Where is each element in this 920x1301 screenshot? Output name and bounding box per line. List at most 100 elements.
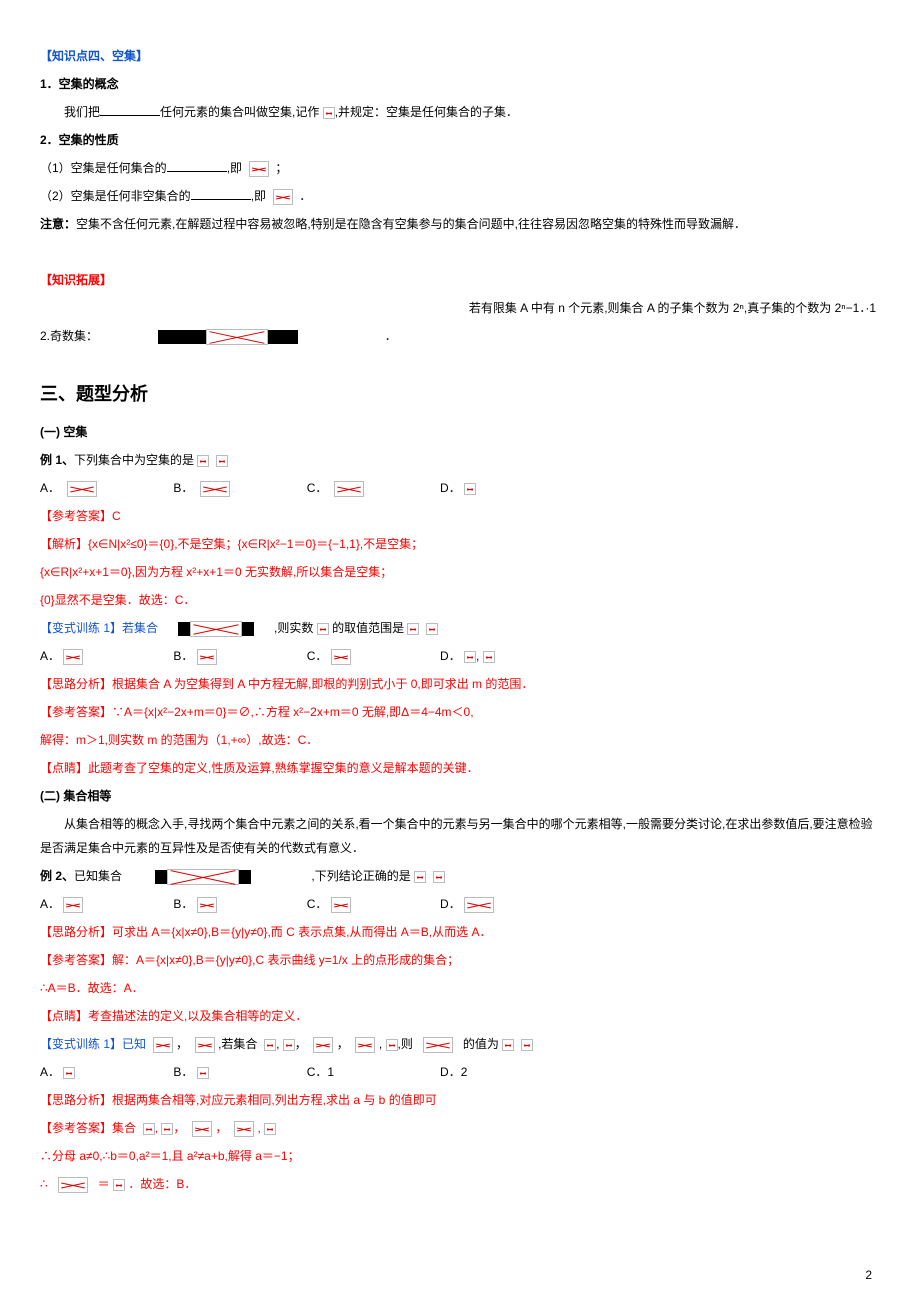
ans1-l2: {x∈R|x²+x+1＝0},因为方程 x²+x+1＝0 无实数解,所以集合是空… — [40, 560, 880, 584]
lbl: A． — [40, 1065, 60, 1079]
formula-icon — [206, 329, 268, 345]
choice-d: D．2 — [440, 1060, 550, 1084]
ext-line1: 若有限集 A 中有 n 个元素,则集合 A 的子集个数为 2ⁿ,真子集的个数为 … — [40, 296, 880, 320]
ans1-h: 【参考答案】C — [40, 504, 880, 528]
lbl: C．1 — [307, 1065, 334, 1079]
t: ， — [295, 1037, 307, 1051]
t: ．故选：B． — [128, 1177, 196, 1191]
t: ， — [176, 1037, 188, 1051]
formula-icon — [234, 1121, 254, 1137]
t: , — [155, 1121, 158, 1135]
ex2: 例 2、已知集合 ,下列结论正确的是 — [40, 864, 880, 888]
choice-c: C．1 — [307, 1060, 417, 1084]
formula-icon — [190, 621, 242, 637]
redacted-block — [268, 330, 298, 344]
formula-icon — [167, 869, 239, 885]
choice-a: A． — [40, 644, 150, 668]
formula-icon — [264, 1123, 276, 1135]
var1-pre: 【变式训练 1】若集合 — [40, 621, 158, 635]
t: ,若集合 — [218, 1037, 257, 1051]
formula-icon — [58, 1177, 88, 1193]
sil1: 【思路分析】根据集合 A 为空集得到 A 中方程无解,即根的判别式小于 0,即可… — [40, 672, 880, 696]
blank — [100, 103, 160, 116]
redacted-block — [239, 870, 251, 884]
t: ， — [215, 1121, 227, 1135]
formula-icon — [483, 651, 495, 663]
kp4-note: 注意：空集不含任何元素,在解题过程中容易被忽略,特别是在隐含有空集参与的集合问题… — [40, 212, 880, 236]
lbl: B． — [173, 481, 193, 495]
kp4-header: 【知识点四、空集】 — [40, 44, 880, 68]
page-number: 2 — [865, 1263, 872, 1287]
choice-b: B． — [173, 644, 283, 668]
paren-icon — [426, 623, 438, 635]
symbol-icon — [323, 107, 335, 119]
t: ， — [173, 1121, 185, 1135]
ex1: 例 1、下列集合中为空集的是 — [40, 448, 880, 472]
txt: （1）空集是任何集合的 — [40, 161, 167, 175]
formula-icon — [197, 649, 217, 665]
lbl: A． — [40, 649, 60, 663]
formula-icon — [331, 897, 351, 913]
lbl: B． — [173, 897, 193, 911]
paren-icon — [407, 623, 419, 635]
redacted-block — [242, 622, 254, 636]
note-text: 空集不含任何元素,在解题过程中容易被忽略,特别是在隐含有空集参与的集合问题中,往… — [76, 217, 746, 231]
choice-d: D． — [440, 892, 550, 916]
part1-title: (一) 空集 — [40, 420, 880, 444]
formula-icon — [161, 1123, 173, 1135]
tail: , — [476, 649, 479, 663]
kp4-s2-title: 2．空集的性质 — [40, 128, 880, 152]
kp4-s1-pre: 我们把 — [64, 105, 100, 119]
formula-icon — [197, 1067, 209, 1079]
formula-icon — [67, 481, 97, 497]
paren-icon — [502, 1039, 514, 1051]
var1-choices: A． B． C． D． , — [40, 644, 880, 668]
formula-icon — [63, 897, 83, 913]
sil3: 【思路分析】根据两集合相等,对应元素相同,列出方程,求出 a 与 b 的值即可 — [40, 1088, 880, 1112]
txt: （2）空集是任何非空集合的 — [40, 189, 191, 203]
ds2: 【点睛】考查描述法的定义,以及集合相等的定义． — [40, 1004, 880, 1028]
var2: 【变式训练 1】已知 ， ,若集合 , ， ， , ,则 的值为 — [40, 1032, 880, 1056]
choice-b: B． — [173, 476, 283, 500]
var1-mid: ,则实数 — [274, 621, 313, 635]
ref1: 【参考答案】∵A＝{x|x²−2x+m＝0}＝∅,∴方程 x²−2x+m＝0 无… — [40, 700, 880, 724]
paren-icon — [197, 455, 209, 467]
choice-d: D． — [440, 476, 550, 500]
formula-icon — [195, 1037, 215, 1053]
ex1-label: 例 1、 — [40, 453, 74, 467]
choice-a: A． — [40, 476, 150, 500]
choice-c: C． — [307, 644, 417, 668]
lbl: D． — [440, 649, 461, 663]
t: ＝ — [98, 1177, 110, 1191]
redacted-block — [155, 870, 167, 884]
txt: ,即 — [227, 161, 242, 175]
formula-icon — [464, 651, 476, 663]
txt: ． — [385, 329, 397, 343]
lbl: B． — [173, 649, 193, 663]
redacted-block — [178, 622, 190, 636]
paren-icon — [216, 455, 228, 467]
ex2-mid: ,下列结论正确的是 — [311, 869, 410, 883]
choice-b: B． — [173, 1060, 283, 1084]
formula-icon — [264, 1039, 276, 1051]
part2-intro: 从集合相等的概念入手,寻找两个集合中元素之间的关系,看一个集合中的元素与另一集合… — [40, 812, 880, 860]
var2-post: 的值为 — [463, 1037, 499, 1051]
lbl: C． — [307, 649, 328, 663]
paren-icon — [521, 1039, 533, 1051]
ans1-l1: 【解析】{x∈N|x²≤0}＝{0},不是空集；{x∈R|x²−1＝0}＝{−1… — [40, 532, 880, 556]
ex1-choices: A． B． C． D． — [40, 476, 880, 500]
t: , — [276, 1037, 279, 1051]
part2-title: (二) 集合相等 — [40, 784, 880, 808]
blank — [167, 159, 227, 172]
lbl: A． — [40, 897, 60, 911]
formula-icon — [313, 1037, 333, 1053]
txt: ； — [275, 161, 287, 175]
formula-icon — [63, 1067, 75, 1079]
formula-icon — [200, 481, 230, 497]
formula-icon — [464, 483, 476, 495]
t: , — [257, 1121, 260, 1135]
t: , — [379, 1037, 382, 1051]
ans1-l3: {0}显然不是空集．故选：C． — [40, 588, 880, 612]
txt: ． — [299, 189, 311, 203]
kp4-s1-post: 任何元素的集合叫做空集,记作 — [160, 105, 319, 119]
